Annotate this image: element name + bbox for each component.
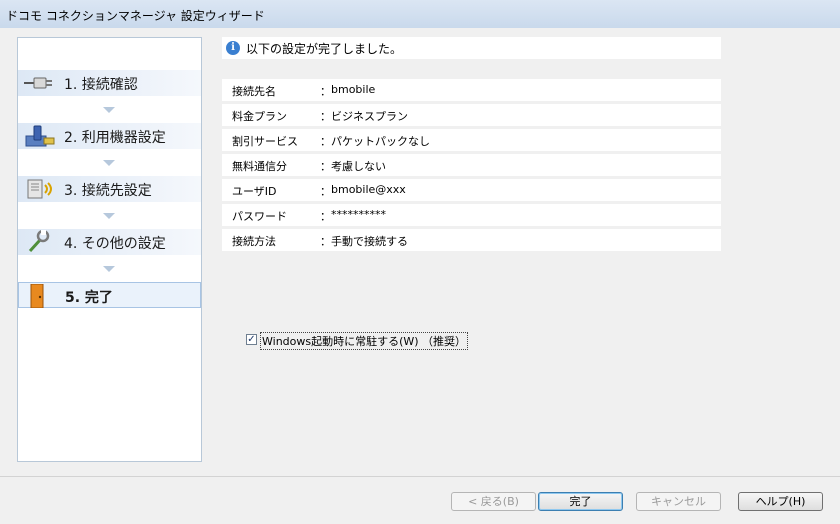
setting-separator: ： [320, 235, 331, 248]
setting-row-password: パスワード ： ********** [222, 204, 721, 226]
cancel-button[interactable]: キャンセル [636, 492, 721, 511]
setting-value: ********** [331, 208, 386, 221]
window-title: ドコモ コネクションマネージャ 設定ウィザード [6, 9, 265, 23]
setting-separator: ： [320, 210, 331, 223]
info-icon: i [226, 41, 240, 55]
setting-value: 手動で接続する [331, 235, 408, 248]
step-label: 1. 接続確認 [64, 77, 138, 93]
setting-row-discount: 割引サービス ： パケットパックなし [222, 129, 721, 151]
step-complete: 5. 完了 [18, 282, 201, 308]
setting-row-rate-plan: 料金プラン ： ビジネスプラン [222, 104, 721, 126]
setting-row-free-calls: 無料通信分 ： 考慮しない [222, 154, 721, 176]
plug-icon [24, 77, 52, 89]
setting-value: bmobile [331, 83, 376, 96]
setting-separator: ： [320, 160, 331, 173]
setting-value: ビジネスプラン [331, 110, 408, 123]
startup-checkbox[interactable]: ✓ [246, 334, 257, 345]
device-icon [25, 125, 55, 147]
finish-button[interactable]: 完了 [538, 492, 623, 511]
step-label: 2. 利用機器設定 [64, 130, 166, 146]
step-device-setup: 2. 利用機器設定 [18, 123, 201, 149]
setting-key: 接続方法 [232, 235, 276, 248]
setting-row-profile-name: 接続先名 ： bmobile [222, 79, 721, 101]
steps-sidebar: 1. 接続確認 2. 利用機器設定 3. 接続先設定 4. その他の設定 5. … [17, 37, 202, 462]
step-arrow [103, 213, 115, 219]
setting-separator: ： [320, 85, 331, 98]
back-button[interactable]: < 戻る(B) [451, 492, 536, 511]
setting-key: ユーザID [232, 185, 277, 198]
setting-key: パスワード [232, 210, 287, 223]
step-arrow [103, 107, 115, 113]
step-label: 5. 完了 [65, 290, 113, 306]
step-arrow [103, 266, 115, 272]
completion-notice: i 以下の設定が完了しました。 [222, 37, 721, 59]
step-destination-setup: 3. 接続先設定 [18, 176, 201, 202]
step-label: 3. 接続先設定 [64, 183, 152, 199]
setting-row-user-id: ユーザID ： bmobile@xxx [222, 179, 721, 201]
wrench-icon [28, 230, 50, 253]
setting-separator: ： [320, 185, 331, 198]
step-connection-check: 1. 接続確認 [18, 70, 201, 96]
startup-checkbox-label[interactable]: Windows起動時に常駐する(W) （推奨） [260, 332, 469, 350]
help-button[interactable]: ヘルプ(H) [738, 492, 823, 511]
footer-divider [0, 476, 840, 477]
step-arrow [103, 160, 115, 166]
setting-row-connect-method: 接続方法 ： 手動で接続する [222, 229, 721, 251]
setting-key: 割引サービス [232, 135, 298, 148]
door-icon [30, 284, 44, 308]
setting-value: パケットパックなし [331, 135, 430, 148]
setting-value: bmobile@xxx [331, 183, 406, 196]
network-icon [27, 179, 52, 199]
setting-value: 考慮しない [331, 160, 386, 173]
notice-text: 以下の設定が完了しました。 [246, 42, 403, 56]
setting-key: 料金プラン [232, 110, 287, 123]
setting-key: 接続先名 [232, 85, 276, 98]
step-other-settings: 4. その他の設定 [18, 229, 201, 255]
setting-separator: ： [320, 135, 331, 148]
title-bar: ドコモ コネクションマネージャ 設定ウィザード [0, 0, 840, 29]
setting-separator: ： [320, 110, 331, 123]
setting-key: 無料通信分 [232, 160, 287, 173]
step-label: 4. その他の設定 [64, 236, 166, 252]
